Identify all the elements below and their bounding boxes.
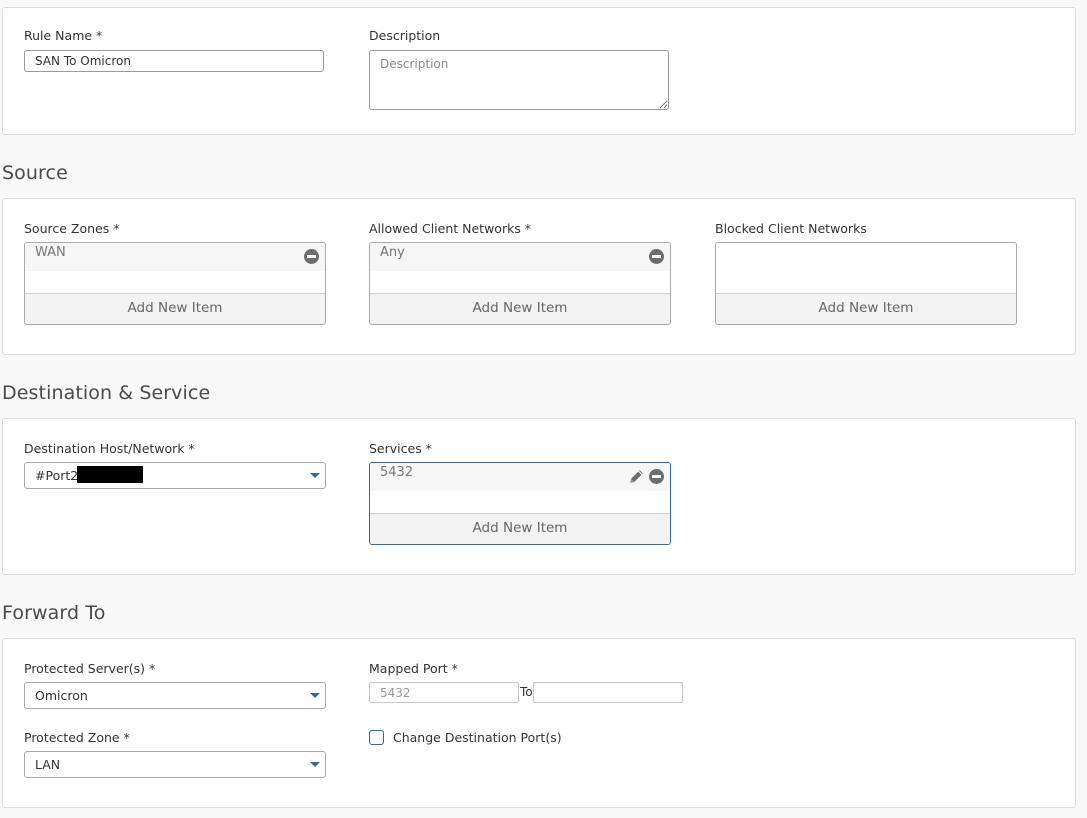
services-list: 5432 Add New Item bbox=[369, 462, 671, 545]
general-panel: Rule Name * Description bbox=[2, 7, 1076, 135]
protected-servers-label: Protected Server(s) * bbox=[24, 661, 156, 676]
add-new-item-button[interactable]: Add New Item bbox=[716, 293, 1016, 324]
services-label: Services * bbox=[369, 441, 432, 456]
destination-host-select[interactable]: #Port2 bbox=[24, 462, 326, 489]
description-label: Description bbox=[369, 28, 441, 43]
blocked-client-networks-label: Blocked Client Networks bbox=[715, 221, 867, 236]
chevron-down-icon bbox=[310, 693, 320, 698]
list-item: 5432 bbox=[370, 463, 670, 491]
forward-section-title: Forward To bbox=[2, 602, 106, 624]
protected-zone-value: LAN bbox=[35, 757, 61, 772]
description-textarea[interactable] bbox=[369, 50, 669, 110]
mapped-port-label: Mapped Port * bbox=[369, 661, 458, 676]
mapped-port-to-label: To bbox=[520, 685, 533, 699]
source-panel: Source Zones * WAN Add New Item Allowed … bbox=[2, 198, 1076, 355]
source-zones-label: Source Zones * bbox=[24, 221, 120, 236]
list-item-label: WAN bbox=[35, 245, 66, 260]
remove-icon[interactable] bbox=[649, 249, 664, 264]
protected-servers-value: Omicron bbox=[35, 688, 88, 703]
chevron-down-icon bbox=[310, 473, 320, 478]
blocked-client-networks-list: Add New Item bbox=[715, 242, 1017, 325]
add-new-item-button[interactable]: Add New Item bbox=[370, 513, 670, 544]
change-destination-port-checkbox[interactable] bbox=[369, 730, 384, 745]
destination-panel: Destination Host/Network * #Port2 Servic… bbox=[2, 418, 1076, 575]
mapped-port-from-input[interactable] bbox=[369, 682, 519, 703]
destination-section-title: Destination & Service bbox=[2, 382, 211, 404]
source-section-title: Source bbox=[2, 162, 68, 184]
allowed-client-networks-list: Any Add New Item bbox=[369, 242, 671, 325]
list-item: Any bbox=[370, 243, 670, 271]
list-item-label: Any bbox=[380, 245, 405, 260]
rule-name-label: Rule Name * bbox=[24, 28, 103, 43]
destination-host-label: Destination Host/Network * bbox=[24, 441, 195, 456]
source-zones-list: WAN Add New Item bbox=[24, 242, 326, 325]
protected-zone-label: Protected Zone * bbox=[24, 730, 130, 745]
firewall-rule-form: Rule Name * Description Source Source Zo… bbox=[0, 0, 1087, 818]
add-new-item-button[interactable]: Add New Item bbox=[25, 293, 325, 324]
rule-name-input[interactable] bbox=[24, 50, 324, 72]
protected-servers-select[interactable]: Omicron bbox=[24, 682, 326, 709]
destination-host-value: #Port2 bbox=[35, 468, 79, 483]
forward-panel: Protected Server(s) * Omicron Mapped Por… bbox=[2, 638, 1076, 808]
mapped-port-to-input[interactable] bbox=[533, 682, 683, 703]
pencil-icon[interactable] bbox=[628, 468, 645, 485]
protected-zone-select[interactable]: LAN bbox=[24, 751, 326, 778]
remove-icon[interactable] bbox=[649, 469, 664, 484]
list-item-label: 5432 bbox=[380, 465, 414, 480]
list-item: WAN bbox=[25, 243, 325, 271]
change-destination-port-label[interactable]: Change Destination Port(s) bbox=[393, 730, 562, 745]
chevron-down-icon bbox=[310, 762, 320, 767]
remove-icon[interactable] bbox=[304, 249, 319, 264]
redaction-bar bbox=[77, 466, 143, 483]
add-new-item-button[interactable]: Add New Item bbox=[370, 293, 670, 324]
allowed-client-networks-label: Allowed Client Networks * bbox=[369, 221, 532, 236]
